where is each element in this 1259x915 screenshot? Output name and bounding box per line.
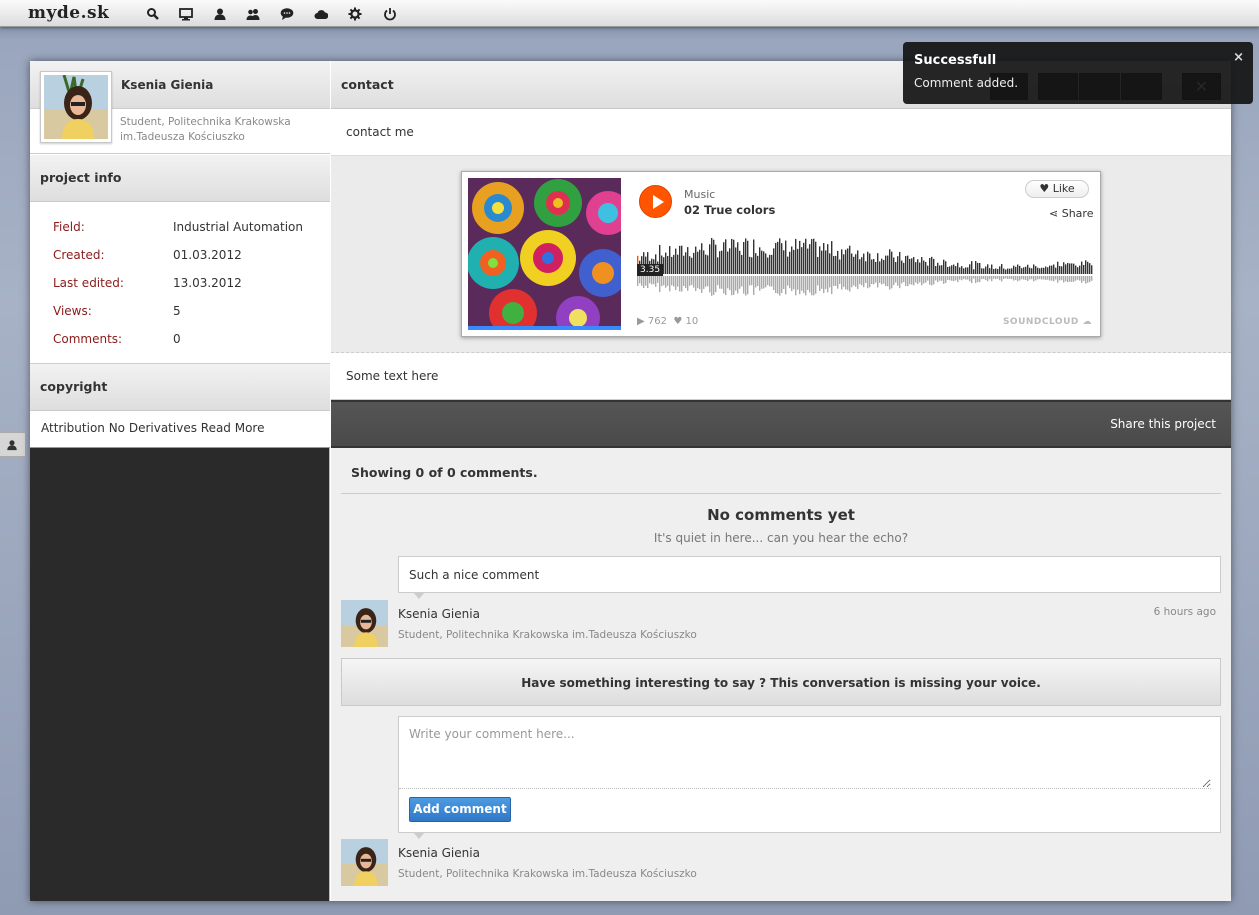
like-count-icon: ♥ xyxy=(673,316,683,327)
heart-icon: ♥ xyxy=(1039,182,1050,195)
track-title[interactable]: 02 True colors xyxy=(684,203,775,217)
like-count: 10 xyxy=(685,316,699,327)
power-icon[interactable] xyxy=(383,7,397,21)
copyright-heading: copyright xyxy=(30,363,330,411)
side-profile-tab[interactable] xyxy=(0,432,26,457)
like-label: Like xyxy=(1052,182,1075,195)
info-value: Industrial Automation xyxy=(173,220,303,234)
project-info-heading: project info xyxy=(30,154,330,202)
profile-subtitle: Student, Politechnika Krakowska im.Tadeu… xyxy=(120,115,320,145)
embed-area: Music 02 True colors ♥ Like ⋖ Share 3.35… xyxy=(331,156,1231,353)
user-icon[interactable] xyxy=(213,7,227,21)
soundcloud-logo[interactable]: SOUNDCLOUD ☁ xyxy=(1003,317,1092,327)
track-time: 3.35 xyxy=(637,264,664,276)
empty-subtitle: It's quiet in here... can you hear the e… xyxy=(653,531,909,545)
left-sidebar: Ksenia Gienia Student, Politechnika Krak… xyxy=(30,61,330,901)
users-icon[interactable] xyxy=(246,7,260,21)
avatar[interactable] xyxy=(341,839,388,886)
comment-author[interactable]: Ksenia Gienia xyxy=(398,607,480,621)
profile-subtitle-line1: Student, Politechnika Krakowska xyxy=(120,116,291,128)
profile-name[interactable]: Ksenia Gienia xyxy=(121,78,213,92)
share-button[interactable]: ⋖ Share xyxy=(1049,207,1093,220)
project-info-section: project info Field: Industrial Automation… xyxy=(30,154,330,364)
share-icon: ⋖ xyxy=(1049,207,1059,220)
play-count: 762 xyxy=(647,316,667,327)
copyright-section: copyright Attribution No Derivatives Rea… xyxy=(30,363,330,448)
play-button[interactable] xyxy=(639,185,672,218)
profile-subtitle-line2: im.Tadeusza Kościuszko xyxy=(120,131,245,143)
waveform[interactable] xyxy=(637,234,1094,302)
info-key: Field: xyxy=(53,220,85,234)
form-author-subtitle: Student, Politechnika Krakowska im.Tadeu… xyxy=(398,868,697,880)
info-key: Comments: xyxy=(53,332,123,346)
user-icon xyxy=(7,440,17,451)
contact-link[interactable]: contact me xyxy=(331,109,1231,156)
success-toast: Successfull Comment added. × xyxy=(903,42,1253,104)
info-key: Views: xyxy=(53,304,92,318)
album-artwork[interactable] xyxy=(468,178,621,330)
avatar-photo xyxy=(44,75,108,139)
info-key: Last edited: xyxy=(53,276,124,290)
toast-message: Comment added. xyxy=(914,76,1019,90)
toast-close-icon[interactable]: × xyxy=(1233,50,1244,65)
top-navigation-bar: myde.sk xyxy=(0,0,1259,27)
share-label: Share xyxy=(1061,207,1094,220)
share-project-bar: Share this project xyxy=(331,400,1231,448)
comment-form: Add comment xyxy=(398,716,1221,839)
comment-bubble: Such a nice comment xyxy=(398,556,1221,599)
profile-card: Ksenia Gienia Student, Politechnika Krak… xyxy=(30,61,330,154)
soundcloud-cloud-icon: ☁ xyxy=(1082,317,1092,327)
comment-input[interactable] xyxy=(399,717,1211,789)
soundcloud-player: Music 02 True colors ♥ Like ⋖ Share 3.35… xyxy=(461,171,1101,337)
play-count-icon: ▶ xyxy=(637,316,645,327)
comments-count: Showing 0 of 0 comments. xyxy=(351,465,538,480)
like-button[interactable]: ♥ Like xyxy=(1025,180,1089,198)
add-comment-button[interactable]: Add comment xyxy=(409,797,511,822)
main-content: contact contact me Music 02 True colors … xyxy=(331,61,1231,901)
avatar[interactable] xyxy=(40,71,112,143)
project-panel: Ksenia Gienia Student, Politechnika Krak… xyxy=(30,61,1231,901)
license-link[interactable]: Attribution No Derivatives Read More xyxy=(41,421,264,435)
info-value: 0 xyxy=(173,332,181,346)
info-value: 01.03.2012 xyxy=(173,248,242,262)
comment-prompt: Have something interesting to say ? This… xyxy=(341,658,1221,706)
info-value: 5 xyxy=(173,304,181,318)
cloud-icon[interactable] xyxy=(314,7,328,21)
comment-author-subtitle: Student, Politechnika Krakowska im.Tadeu… xyxy=(398,629,697,641)
info-key: Created: xyxy=(53,248,105,262)
search-icon[interactable] xyxy=(146,7,160,21)
comments-section: Showing 0 of 0 comments. No comments yet… xyxy=(331,448,1231,901)
chat-icon[interactable] xyxy=(280,7,294,21)
gear-icon[interactable] xyxy=(348,7,362,21)
monitor-icon[interactable] xyxy=(179,7,193,21)
toast-title: Successfull xyxy=(914,53,997,68)
divider xyxy=(341,493,1221,494)
avatar[interactable] xyxy=(341,600,388,647)
project-description: Some text here xyxy=(331,353,1231,400)
soundcloud-brand-text: SOUNDCLOUD xyxy=(1002,317,1079,327)
track-genre[interactable]: Music xyxy=(684,188,715,201)
site-logo[interactable]: myde.sk xyxy=(28,3,109,23)
form-author[interactable]: Ksenia Gienia xyxy=(398,846,480,860)
empty-title: No comments yet xyxy=(707,506,855,524)
info-value: 13.03.2012 xyxy=(173,276,242,290)
comment-timestamp: 6 hours ago xyxy=(1153,606,1216,618)
player-stats: ▶ 762 ♥ 10 xyxy=(637,316,698,327)
share-project-link[interactable]: Share this project xyxy=(1110,417,1216,431)
